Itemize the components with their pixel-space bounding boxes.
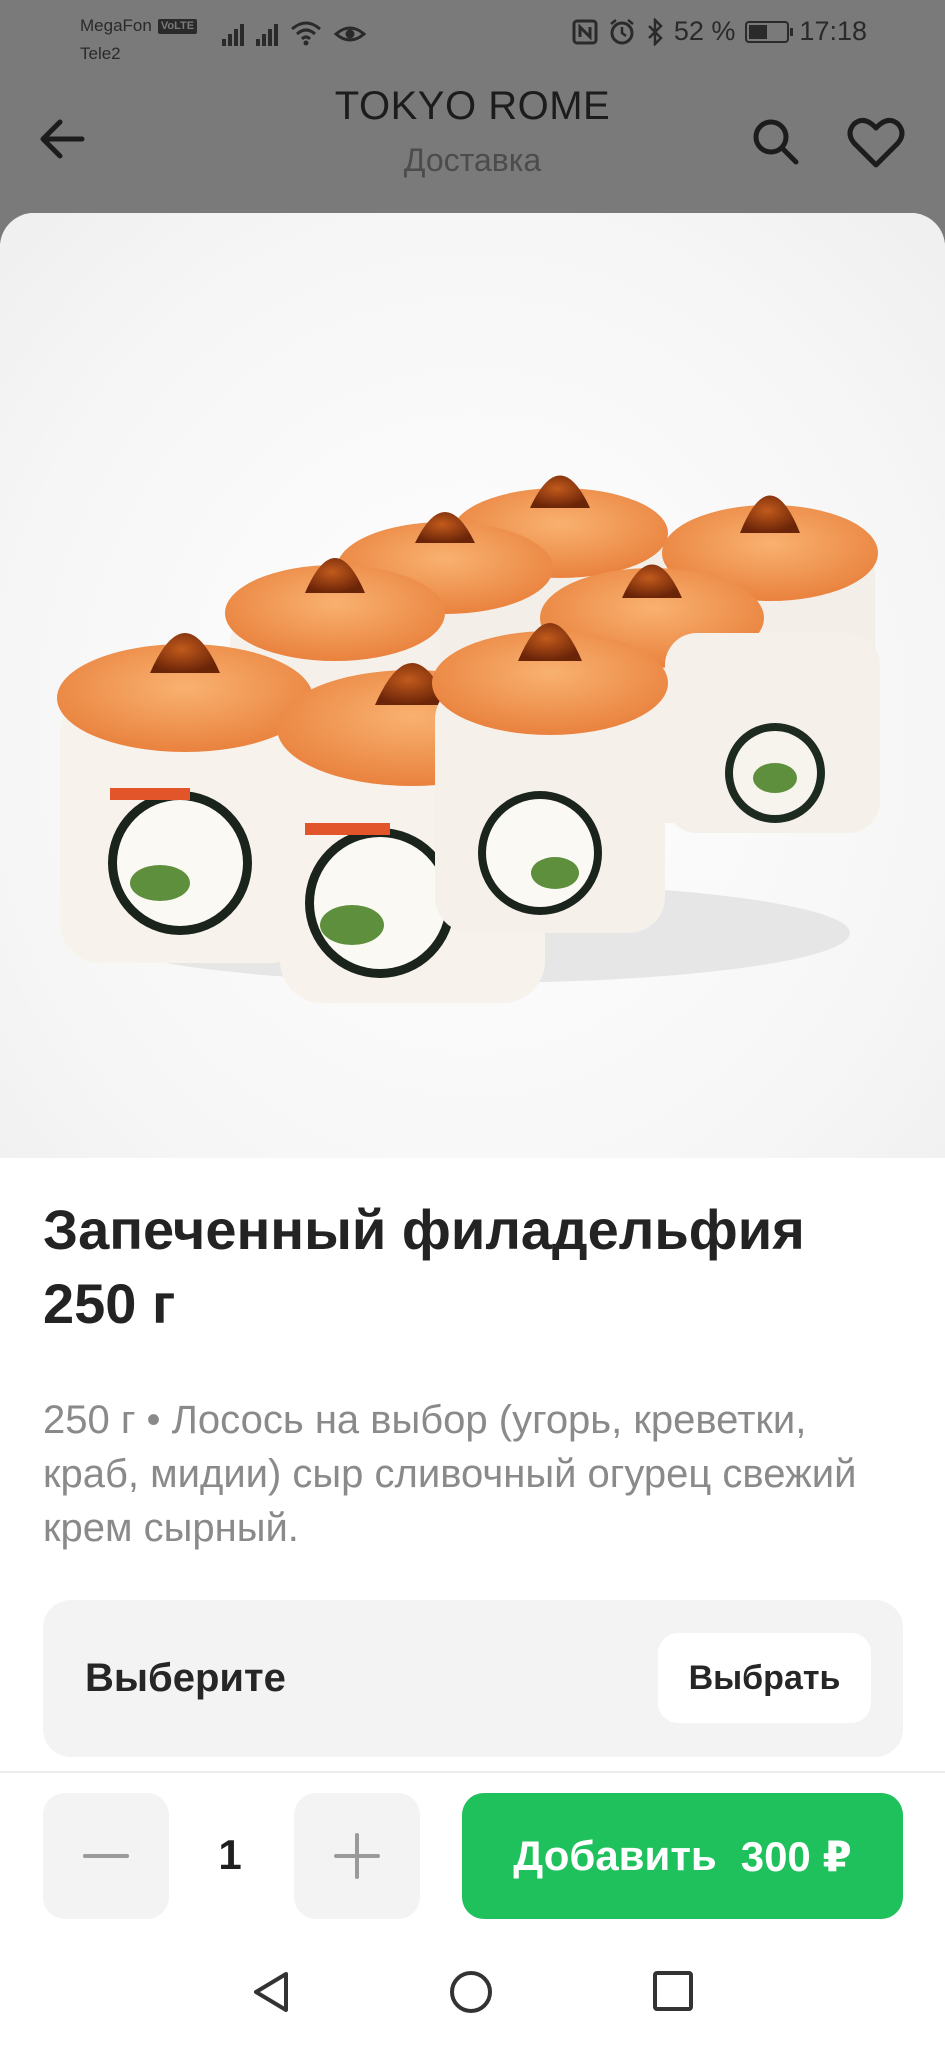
nfc-icon bbox=[572, 19, 598, 44]
nav-home-icon[interactable] bbox=[448, 1969, 494, 2015]
divider bbox=[0, 1771, 945, 1773]
option-selector[interactable]: Выберите Выбрать bbox=[43, 1600, 903, 1757]
price-label: 300 ₽ bbox=[740, 1832, 852, 1880]
sushi-rolls-illustration bbox=[57, 475, 880, 1003]
carrier-name-primary: MegaFon bbox=[80, 16, 152, 35]
option-label: Выберите bbox=[85, 1656, 286, 1700]
cart-controls: 1 Добавить 300 ₽ bbox=[0, 1793, 945, 1923]
delivery-mode-label: Доставка bbox=[403, 142, 542, 178]
battery-icon bbox=[745, 20, 794, 43]
product-sheet: Запеченный филадельфия 250 г 250 г • Лос… bbox=[0, 213, 945, 2048]
signal-icon bbox=[256, 22, 278, 46]
decrease-quantity-button[interactable] bbox=[43, 1793, 169, 1919]
volte-badge: VoLTE bbox=[157, 18, 198, 34]
clock: 17:18 bbox=[799, 16, 867, 46]
nav-recents-icon[interactable] bbox=[651, 1969, 695, 2013]
quantity-value: 1 bbox=[218, 1831, 242, 1878]
eye-icon bbox=[334, 26, 366, 42]
search-icon[interactable] bbox=[748, 114, 802, 168]
carrier-name-secondary: Tele2 bbox=[80, 44, 121, 63]
bluetooth-icon bbox=[647, 17, 663, 46]
signal-icon bbox=[222, 22, 244, 46]
heart-icon[interactable] bbox=[846, 114, 906, 170]
add-to-cart-label: Добавить bbox=[513, 1832, 717, 1879]
add-to-cart-button[interactable]: Добавить 300 ₽ bbox=[462, 1793, 903, 1919]
signal-icons bbox=[222, 20, 366, 46]
system-nav-bar bbox=[0, 1940, 945, 2048]
increase-quantity-button[interactable] bbox=[294, 1793, 420, 1919]
nav-back-icon[interactable] bbox=[248, 1969, 294, 2015]
plus-icon bbox=[334, 1833, 380, 1879]
choose-option-button[interactable]: Выбрать bbox=[658, 1633, 871, 1723]
wifi-icon bbox=[291, 21, 321, 46]
product-title: Запеченный филадельфия 250 г bbox=[43, 1198, 805, 1335]
carrier-info: MegaFon VoLTE Tele2 bbox=[80, 12, 198, 68]
product-image bbox=[0, 213, 945, 1158]
status-bar: MegaFon VoLTE Tele2 52 % 17:18 bbox=[0, 0, 945, 70]
alarm-icon bbox=[610, 18, 634, 44]
minus-icon bbox=[83, 1854, 129, 1858]
restaurant-title: TOKYO ROME bbox=[334, 84, 611, 128]
battery-percent: 52 % bbox=[673, 16, 736, 46]
app-header: TOKYO ROME Доставка bbox=[0, 70, 945, 215]
status-right: 52 % 17:18 bbox=[572, 16, 867, 47]
product-description: 250 г • Лосось на выбор (угорь, креветки… bbox=[43, 1398, 857, 1550]
